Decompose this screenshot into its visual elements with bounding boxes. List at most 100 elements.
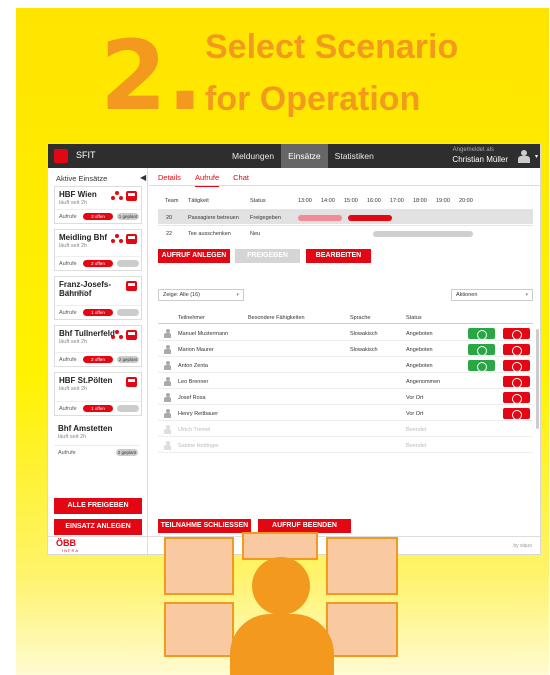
create-operation-button[interactable]: EINSATZ ANLEGEN: [54, 519, 142, 535]
hour-label: 15:00: [344, 198, 358, 204]
nav-einsaetze[interactable]: Einsätze: [281, 144, 328, 168]
hour-label: 13:00: [298, 198, 312, 204]
participant-row[interactable]: Sabine Hettinger Beendet: [158, 438, 533, 453]
col-activity: Tätigkeit: [188, 198, 209, 204]
card-subtitle: läuft seit 2h: [58, 434, 87, 440]
card-foot-label: Aufrufe: [59, 214, 77, 220]
planned-calls-badge: [117, 260, 139, 267]
card-subtitle: läuft seit 2h: [59, 386, 88, 392]
accept-button[interactable]: [468, 344, 495, 356]
actions-select[interactable]: Aktionen ▾: [451, 289, 533, 301]
reject-button[interactable]: [503, 376, 530, 388]
person-icon: [164, 425, 171, 434]
timeline-bar[interactable]: [298, 215, 342, 221]
participant-row[interactable]: Marion Maurer Slowakisch Angeboten: [158, 342, 533, 357]
monitor-shape: [164, 537, 234, 595]
filter-value: Zeige: Alle (16): [163, 292, 200, 298]
nav-meldungen[interactable]: Meldungen: [225, 144, 281, 168]
timeline-row[interactable]: 22 Tee ausschenken Neu: [158, 225, 533, 240]
edit-button[interactable]: BEARBEITEN: [306, 249, 371, 263]
operation-card-amstetten[interactable]: Bhf Amstetten läuft seit 2h Aufrufe 2 gep…: [54, 421, 142, 459]
team-icon: [111, 330, 123, 340]
step-number: 2.: [100, 20, 204, 132]
open-calls-badge: 2 offen: [83, 356, 113, 363]
col-status: Status: [250, 198, 266, 204]
person-icon: [164, 329, 171, 338]
reject-button[interactable]: [503, 392, 530, 404]
planned-calls-badge: 1 geplant: [117, 213, 139, 220]
operation-card-hbf-wien[interactable]: HBF Wien läuft seit 2h Aufrufe 3 offen 1 g…: [54, 186, 142, 224]
close-participation-button[interactable]: TEILNAHME SCHLIESSEN: [158, 519, 251, 533]
chevron-down-icon: ▾: [236, 292, 239, 298]
release-button[interactable]: FREIGEBEN: [235, 249, 300, 263]
col-team: Team: [165, 198, 179, 204]
card-foot-label: Aufrufe: [58, 450, 76, 456]
participant-language: Slowakisch: [350, 347, 378, 353]
operation-card-franz-josefs[interactable]: Franz-Josefs-Bahnhof läuft seit 2h Aufru…: [54, 276, 142, 320]
filter-select[interactable]: Zeige: Alle (16) ▾: [158, 289, 244, 301]
participant-row[interactable]: Henry Reitbauer Vor Ort: [158, 406, 533, 421]
person-icon: [164, 441, 171, 450]
person-icon: [164, 361, 171, 370]
end-call-button[interactable]: AUFRUF BEENDEN: [258, 519, 351, 533]
monitor-shape: [242, 532, 318, 560]
top-bar: SFIT Meldungen Einsätze Statistiken Ange…: [48, 144, 540, 168]
user-avatar-icon[interactable]: [518, 150, 530, 163]
participant-status: Vor Ort: [406, 395, 424, 401]
hour-label: 17:00: [390, 198, 404, 204]
obb-logo-sub: INFRA: [62, 548, 79, 553]
row-activity: Tee ausschenken: [188, 231, 231, 237]
reject-button[interactable]: [503, 328, 530, 340]
release-all-button[interactable]: ALLE FREIGEBEN: [54, 498, 142, 514]
accept-button[interactable]: [468, 328, 495, 340]
card-name: Meidling Bhf: [59, 233, 107, 242]
reject-button[interactable]: [503, 344, 530, 356]
participant-row[interactable]: Ulrich Tremel Beendet: [158, 422, 533, 437]
planned-calls-badge: 2 geplant: [116, 449, 138, 456]
card-name: HBF Wien: [59, 190, 97, 199]
participant-row[interactable]: Manuel Mustermann Slowakisch Angeboten: [158, 326, 533, 341]
person-icon: [164, 393, 171, 402]
card-subtitle: läuft seit 2h: [59, 243, 88, 249]
collapse-sidebar-icon[interactable]: ◀: [140, 173, 146, 182]
nav-statistiken[interactable]: Statistiken: [328, 144, 381, 168]
timeline-row[interactable]: 20 Passagiere betreuen Freigegeben: [158, 209, 533, 224]
timeline-bar[interactable]: [348, 215, 392, 221]
sidebar-title: Aktive Einsätze: [56, 174, 108, 183]
card-foot-label: Aufrufe: [59, 406, 77, 412]
participant-row[interactable]: Josef Rosa Vor Ort: [158, 390, 533, 405]
planned-calls-badge: 2 geplant: [117, 356, 139, 363]
hour-label: 20:00: [459, 198, 473, 204]
hour-label: 14:00: [321, 198, 335, 204]
open-calls-badge: 1 offen: [83, 405, 113, 412]
accept-button[interactable]: [468, 360, 495, 372]
operation-card-meidling[interactable]: Meidling Bhf läuft seit 2h Aufrufe 2 offe…: [54, 229, 142, 271]
hour-label: 18:00: [413, 198, 427, 204]
participant-status: Beendet: [406, 443, 427, 449]
train-icon: [126, 377, 137, 387]
planned-calls-badge: [117, 405, 139, 412]
participant-name: Manuel Mustermann: [178, 331, 229, 337]
col-skills: Besondere Fähigkeiten: [248, 315, 305, 321]
person-icon: [164, 409, 171, 418]
reject-button[interactable]: [503, 360, 530, 372]
operation-card-st-poelten[interactable]: HBF St.Pölten läuft seit 2h Aufrufe 1 off…: [54, 372, 142, 416]
participant-name: Josef Rosa: [178, 395, 206, 401]
app-name: SFIT: [76, 150, 96, 160]
create-call-button[interactable]: AUFRUF ANLEGEN: [158, 249, 230, 263]
operation-card-tullnerfeld[interactable]: Bhf Tullnerfeld läuft seit 2h Aufrufe 2 o…: [54, 325, 142, 367]
participant-status: Vor Ort: [406, 411, 424, 417]
timeline-bar[interactable]: [373, 231, 473, 237]
participant-name: Leo Brenner: [178, 379, 209, 385]
train-icon: [126, 281, 137, 291]
poster-title-line2: for Operation: [205, 80, 421, 118]
user-name[interactable]: Christian Müller: [452, 155, 508, 164]
participant-row[interactable]: Leo Brenner Angenommen: [158, 374, 533, 389]
participant-status: Angeboten: [406, 363, 433, 369]
table-scrollbar[interactable]: [536, 329, 539, 429]
sidebar: Aktive Einsätze ◀ HBF Wien läuft seit 2h…: [48, 168, 148, 554]
participant-row[interactable]: Anton Zenta Angeboten: [158, 358, 533, 373]
user-menu-caret-icon[interactable]: ▾: [535, 153, 538, 160]
open-calls-badge: 2 offen: [83, 260, 113, 267]
reject-button[interactable]: [503, 408, 530, 420]
